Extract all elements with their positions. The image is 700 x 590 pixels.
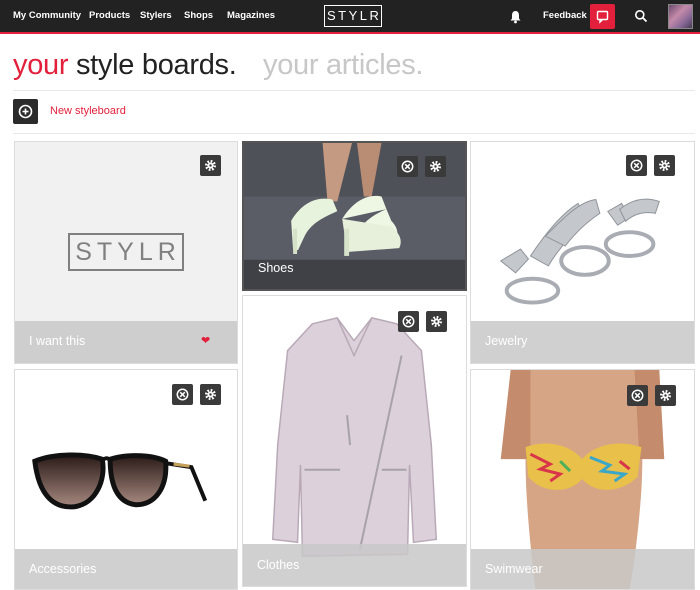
board-card-accessories[interactable]: Accessories [14, 369, 238, 590]
divider [13, 90, 695, 91]
new-styleboard-button[interactable] [13, 99, 38, 124]
board-label: I want this [29, 334, 86, 348]
chat-bubble-icon [596, 10, 609, 24]
board-card-i-want-this[interactable]: STYLR I want this ❤ [14, 141, 238, 364]
divider [13, 133, 695, 134]
board-label: Swimwear [485, 562, 543, 576]
board-label: Jewelry [485, 334, 528, 348]
board-settings-button[interactable] [655, 385, 676, 406]
nav-shops[interactable]: Shops [184, 10, 213, 21]
board-settings-button[interactable] [426, 311, 447, 332]
board-label: Accessories [29, 562, 97, 576]
gear-icon [430, 161, 441, 172]
user-avatar[interactable] [668, 4, 693, 29]
board-remove-button[interactable] [626, 155, 647, 176]
add-circle-icon [18, 104, 33, 119]
gear-icon [431, 316, 442, 327]
board-settings-button[interactable] [200, 155, 221, 176]
close-circle-icon [631, 389, 644, 402]
jacket-photo [243, 296, 466, 586]
nav-products[interactable]: Products [89, 10, 130, 21]
nav-my-community[interactable]: My Community [13, 10, 81, 21]
board-settings-button[interactable] [654, 155, 675, 176]
board-remove-button[interactable] [398, 311, 419, 332]
board-card-clothes[interactable]: Clothes [242, 295, 467, 587]
tab-style-boards[interactable]: your style boards. [13, 49, 237, 82]
close-circle-icon [402, 315, 415, 328]
nav-magazines[interactable]: Magazines [227, 10, 275, 21]
board-card-jewelry[interactable]: Jewelry [470, 141, 695, 364]
stylr-logo[interactable]: STYLR [324, 5, 382, 27]
tab-style-boards-label: style boards. [68, 49, 237, 81]
close-circle-icon [176, 388, 189, 401]
new-styleboard-link[interactable]: New styleboard [50, 105, 126, 117]
board-remove-button[interactable] [172, 384, 193, 405]
stylr-placeholder-logo: STYLR [68, 233, 184, 271]
board-card-swimwear[interactable]: Swimwear [470, 369, 695, 590]
board-settings-button[interactable] [425, 156, 446, 177]
feedback-link[interactable]: Feedback [543, 10, 587, 21]
board-remove-button[interactable] [627, 385, 648, 406]
tab-style-boards-accent: your [13, 49, 69, 81]
search-icon[interactable] [634, 9, 648, 23]
close-circle-icon [401, 160, 414, 173]
gear-icon [205, 160, 216, 171]
nav-stylers[interactable]: Stylers [140, 10, 172, 21]
board-label: Clothes [257, 558, 300, 572]
top-navigation: My Community Products Stylers Shops Maga… [0, 0, 700, 34]
gear-icon [205, 389, 216, 400]
gear-icon [660, 390, 671, 401]
bell-icon[interactable] [509, 10, 522, 24]
tab-articles[interactable]: your articles. [263, 49, 423, 82]
gear-icon [659, 160, 670, 171]
board-remove-button[interactable] [397, 156, 418, 177]
board-settings-button[interactable] [200, 384, 221, 405]
close-circle-icon [630, 159, 643, 172]
board-card-shoes[interactable]: Shoes [242, 141, 467, 291]
feedback-button[interactable] [590, 4, 615, 29]
heart-icon[interactable]: ❤ [201, 334, 210, 347]
board-label: Shoes [258, 261, 294, 275]
